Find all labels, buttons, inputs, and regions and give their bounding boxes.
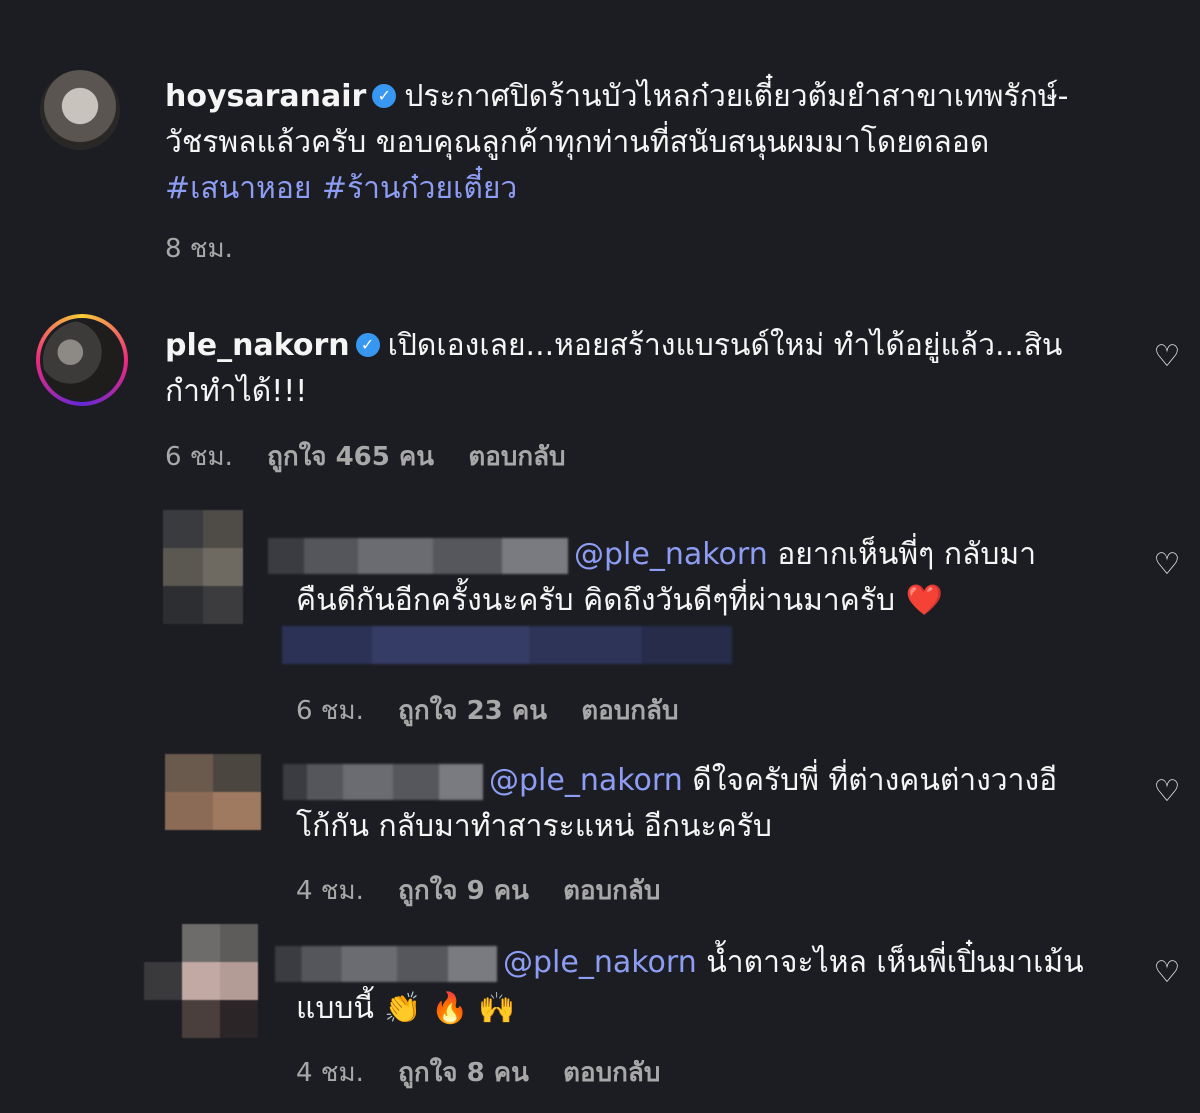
timestamp: 4 ชม.	[296, 876, 364, 906]
likes-count[interactable]: ถูกใจ 9 คน	[398, 876, 529, 906]
heart-icon[interactable]: ♡	[1152, 777, 1182, 807]
comment-meta: 6 ชม. ถูกใจ 465 คน ตอบกลับ	[165, 436, 592, 477]
comment-line1: น้ำตาจะไหล เห็นพี่เปิ๋นมาเม้น	[696, 945, 1084, 980]
blurred-username[interactable]	[275, 945, 497, 982]
heart-icon[interactable]: ♡	[1152, 550, 1182, 580]
reply-button[interactable]: ตอบกลับ	[581, 696, 678, 726]
hashtag-link[interactable]: #ร้านก๋วยเตี๋ยว	[322, 171, 517, 206]
timestamp: 8 ชม.	[165, 234, 233, 264]
comment-text: @ple_nakorn ดีใจครับพี่ ที่ต่างคนต่างวาง…	[283, 758, 1103, 850]
comment-meta: 6 ชม. ถูกใจ 23 คน ตอบกลับ	[296, 690, 704, 731]
heart-icon[interactable]: ♡	[1152, 958, 1182, 988]
mention-link[interactable]: @ple_nakorn	[574, 537, 768, 572]
reply-button[interactable]: ตอบกลับ	[468, 442, 565, 472]
caption-meta: 8 ชม.	[165, 228, 259, 269]
mention-link[interactable]: @ple_nakorn	[503, 945, 697, 980]
likes-count[interactable]: ถูกใจ 465 คน	[267, 442, 434, 472]
avatar[interactable]	[144, 924, 258, 1038]
comment-line1: อยากเห็นพี่ๆ กลับมา	[767, 537, 1037, 572]
comment-text: ple_nakorn ✓ เปิดเองเลย...หอยสร้างแบรนด์ให…	[165, 323, 1125, 415]
caption-line1: ประกาศปิดร้านบัวไหลก๋วยเตี๋ยวต้มยำสาขาเท…	[404, 79, 1069, 114]
comment-meta: 4 ชม. ถูกใจ 9 คน ตอบกลับ	[296, 870, 686, 911]
comment-username[interactable]: ple_nakorn	[165, 328, 350, 363]
heart-icon[interactable]: ♡	[1152, 342, 1182, 372]
comment-line2: แบบนี้	[296, 991, 374, 1026]
verified-badge-icon: ✓	[355, 332, 380, 357]
heart-emoji: ❤️	[905, 583, 943, 618]
timestamp: 4 ชม.	[296, 1058, 364, 1088]
timestamp: 6 ชม.	[296, 696, 364, 726]
comment-line1: เปิดเองเลย...หอยสร้างแบรนด์ใหม่ ทำได้อยู…	[387, 328, 1063, 363]
avatar[interactable]	[36, 314, 128, 406]
caption-text: hoysaranair ✓ ประกาศปิดร้านบัวไหลก๋วยเตี๋ย…	[165, 74, 1145, 212]
blurred-text	[282, 626, 732, 664]
comment-line2: กำทำได้!!!	[165, 374, 308, 409]
comment-text: @ple_nakorn น้ำตาจะไหล เห็นพี่เปิ๋นมาเม้…	[275, 940, 1115, 1032]
hashtag-link[interactable]: #เสนาหอย	[165, 171, 311, 206]
verified-badge-icon: ✓	[372, 83, 397, 108]
caption-username[interactable]: hoysaranair	[165, 79, 366, 114]
comment-line2: คืนดีกันอีกครั้งนะครับ คิดถึงวันดีๆที่ผ่…	[296, 583, 895, 618]
comment-line1: ดีใจครับพี่ ที่ต่างคนต่างวางอี	[682, 763, 1058, 798]
comment-line2: โก้กัน กลับมาทำสาระแหน่ อีกนะครับ	[296, 809, 772, 844]
comment-meta: 4 ชม. ถูกใจ 8 คน ตอบกลับ	[296, 1052, 686, 1093]
reply-button[interactable]: ตอบกลับ	[563, 1058, 660, 1088]
blurred-username[interactable]	[283, 763, 483, 800]
likes-count[interactable]: ถูกใจ 8 คน	[398, 1058, 529, 1088]
blurred-username[interactable]	[268, 537, 568, 574]
timestamp: 6 ชม.	[165, 442, 233, 472]
emoji-reactions: 👏 🔥 🙌	[384, 991, 516, 1026]
caption-line2: วัชรพลแล้วครับ ขอบคุณลูกค้าทุกท่านที่สนั…	[165, 125, 990, 160]
mention-link[interactable]: @ple_nakorn	[489, 763, 683, 798]
avatar[interactable]	[163, 510, 243, 624]
avatar[interactable]	[40, 70, 120, 150]
comment-text: @ple_nakorn อยากเห็นพี่ๆ กลับมา คืนดีกัน…	[268, 532, 1088, 624]
avatar[interactable]	[165, 754, 261, 830]
likes-count[interactable]: ถูกใจ 23 คน	[398, 696, 547, 726]
reply-button[interactable]: ตอบกลับ	[563, 876, 660, 906]
